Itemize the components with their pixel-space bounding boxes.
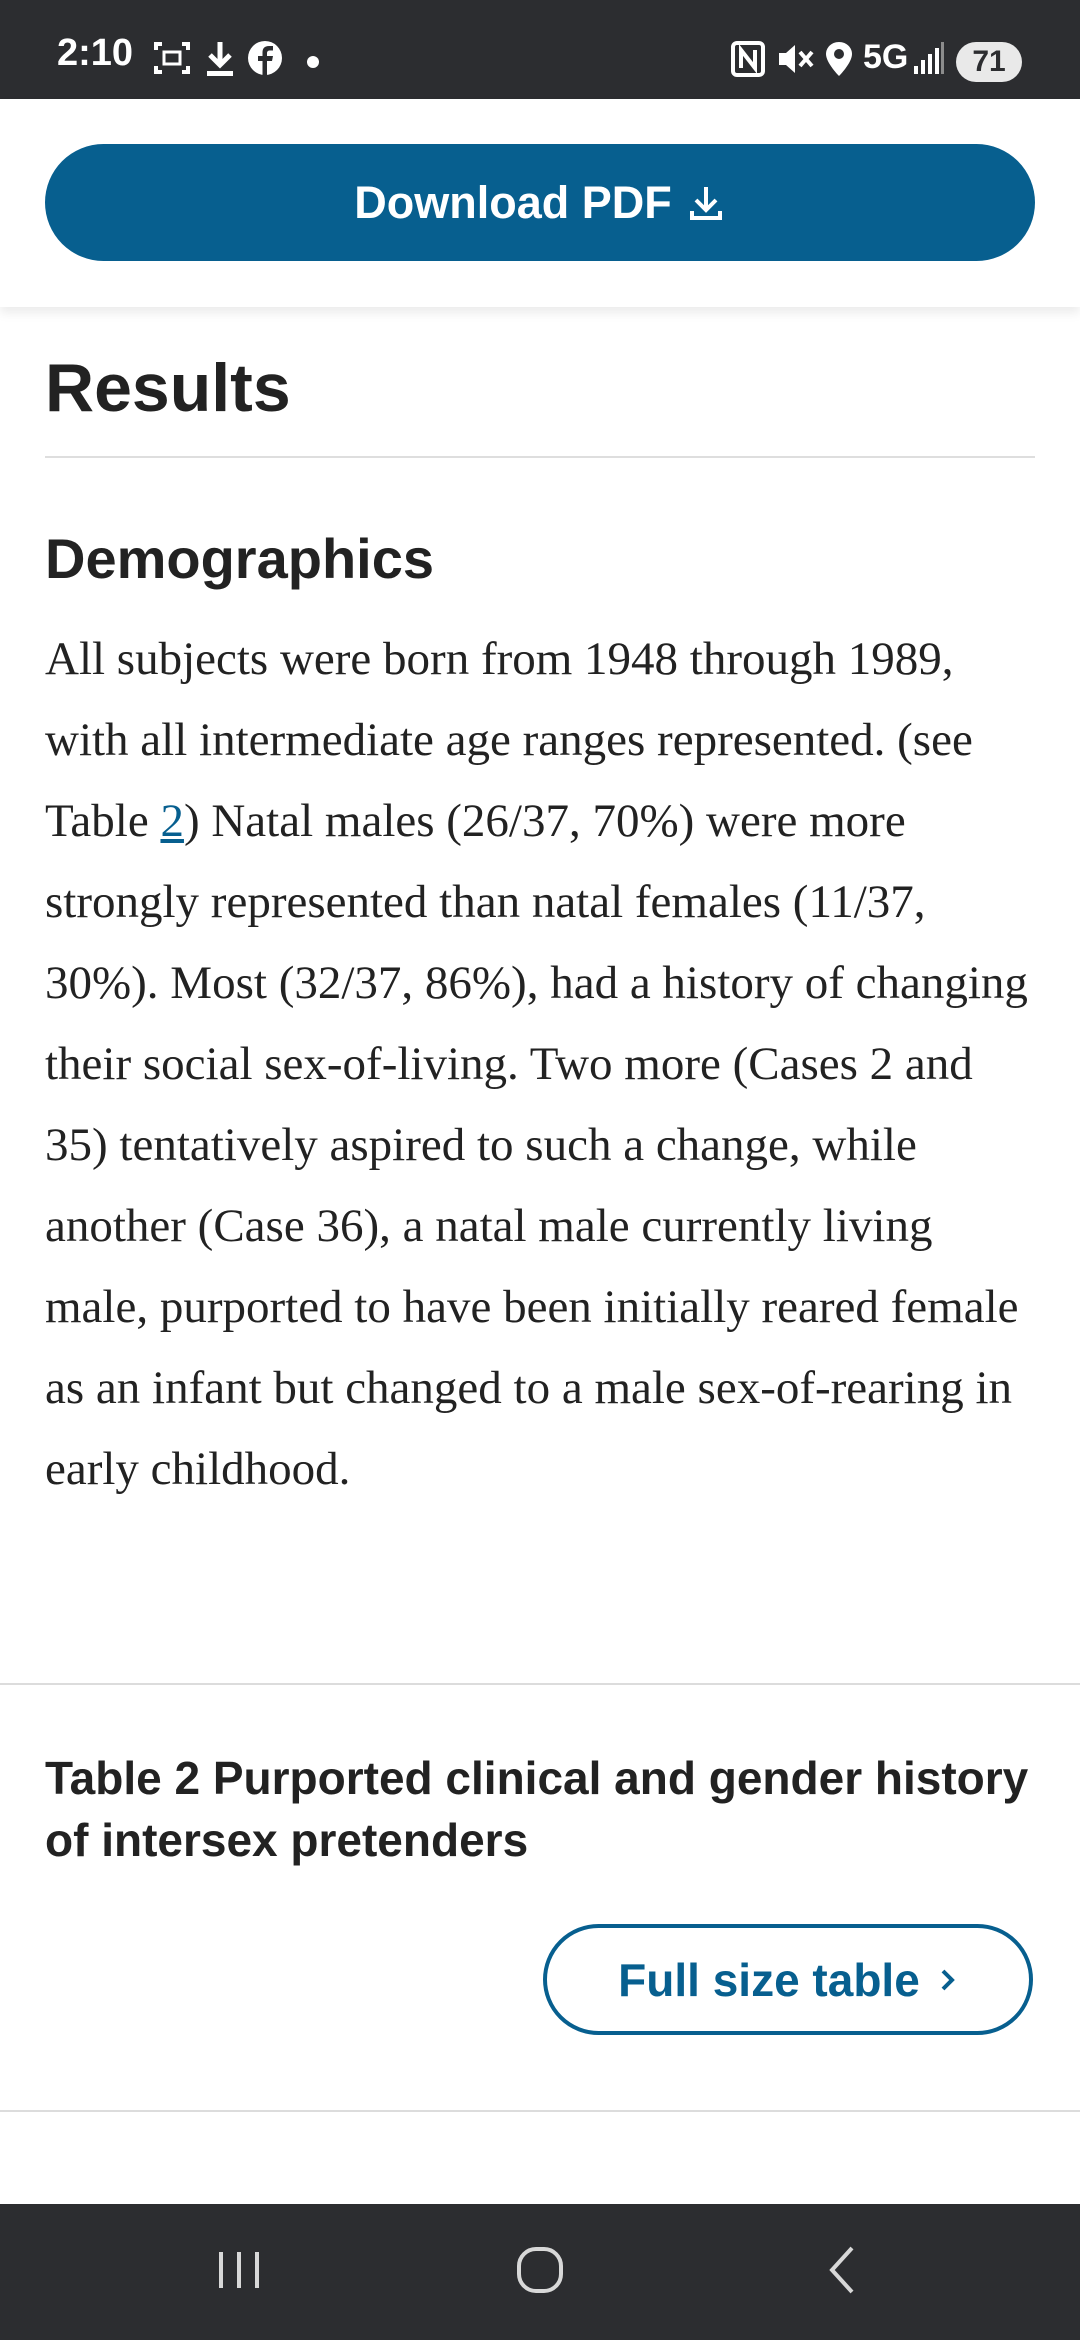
section-title: Results	[45, 350, 291, 426]
download-icon	[207, 42, 233, 76]
download-toolbar: Download PDF	[0, 99, 1080, 307]
facebook-icon	[248, 41, 282, 76]
battery-indicator: 71	[956, 42, 1022, 82]
table-2-link[interactable]: 2	[160, 795, 184, 847]
mute-icon	[779, 45, 814, 73]
screenshot-icon	[154, 42, 190, 74]
full-size-table-label: Full size table	[618, 1953, 920, 2006]
divider	[0, 2110, 1080, 2112]
paragraph-text-end: ) Natal males (26/37, 70%) were more str…	[45, 795, 1028, 1495]
subsection-title: Demographics	[45, 527, 434, 590]
results-paragraph: All subjects were born from 1948 through…	[45, 619, 1045, 1510]
status-bar: 2:10 5G 71	[0, 0, 1080, 99]
table-caption: Table 2 Purported clinical and gender hi…	[45, 1752, 1029, 1866]
signal-icon	[914, 42, 944, 74]
home-icon[interactable]	[514, 2244, 566, 2296]
recent-apps-icon[interactable]	[213, 2244, 265, 2296]
download-pdf-button[interactable]: Download PDF	[45, 144, 1035, 261]
full-size-table-button[interactable]: Full size table	[543, 1924, 1033, 2035]
dot-icon	[307, 56, 319, 68]
divider	[0, 1683, 1080, 1685]
location-icon	[826, 42, 852, 76]
nfc-icon	[731, 41, 765, 77]
back-icon[interactable]	[818, 2244, 870, 2296]
navigation-bar	[0, 2204, 1080, 2340]
section-divider	[45, 456, 1035, 458]
download-pdf-label: Download PDF	[354, 176, 672, 228]
network-type: 5G	[863, 38, 909, 76]
download-icon	[689, 186, 722, 220]
chevron-right-icon	[941, 1969, 955, 1990]
status-time: 2:10	[57, 32, 134, 74]
